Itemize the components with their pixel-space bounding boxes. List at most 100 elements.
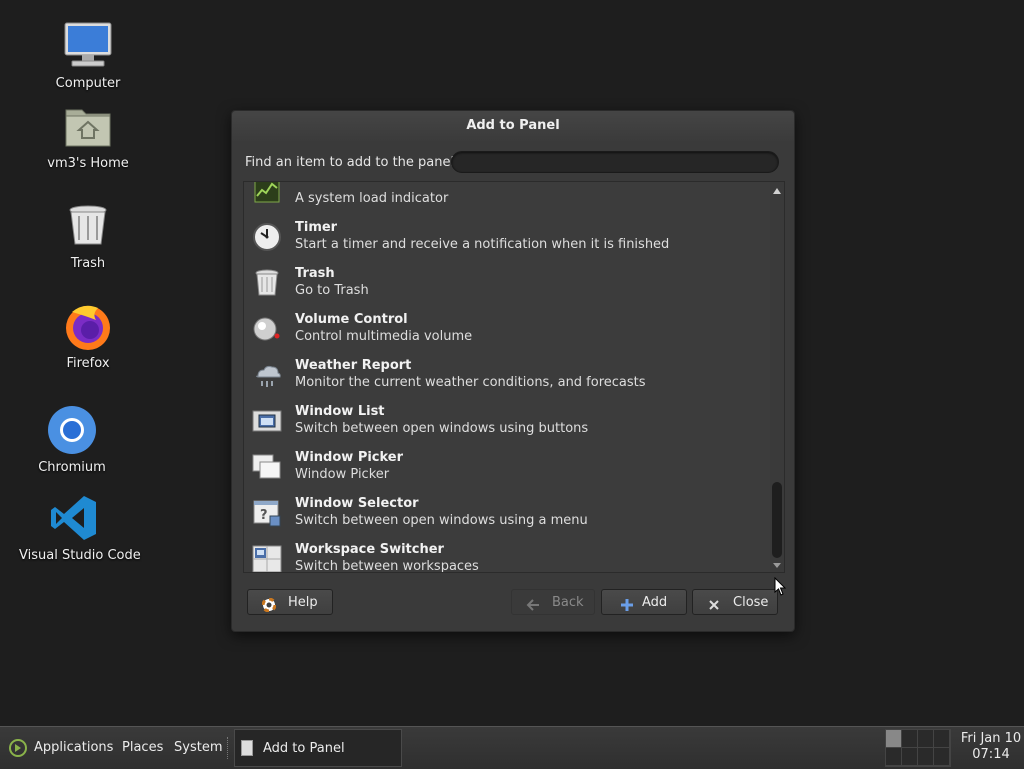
back-arrow-icon: [526, 596, 540, 611]
clock[interactable]: Fri Jan 10 07:14: [958, 731, 1024, 763]
chromium-icon: [46, 404, 98, 456]
menu-applications[interactable]: Applications: [34, 740, 113, 755]
scroll-up-arrow-icon[interactable]: [773, 188, 781, 194]
workspace-8[interactable]: [934, 748, 950, 766]
firefox-icon: [62, 300, 114, 352]
dialog-title[interactable]: Add to Panel: [232, 111, 794, 141]
volume-icon: [252, 314, 282, 344]
task-label: Add to Panel: [263, 741, 345, 756]
workspace-7[interactable]: [918, 748, 934, 766]
item-description: Control multimedia volume: [295, 329, 473, 344]
applet-list: A system load indicator Timer Start a ti…: [243, 181, 785, 573]
desktop-icon-label: Trash: [70, 256, 106, 271]
window-icon: [241, 740, 253, 756]
taskbar-task-add-to-panel[interactable]: Add to Panel: [234, 729, 402, 767]
desktop-icon-firefox[interactable]: Firefox: [33, 300, 143, 371]
trash-icon: [252, 268, 282, 298]
svg-text:?: ?: [260, 508, 268, 523]
weather-icon: [252, 360, 282, 390]
item-description: Switch between open windows using button…: [295, 421, 589, 436]
workspace-switcher[interactable]: [885, 729, 951, 767]
back-button[interactable]: Back: [511, 589, 595, 615]
window-picker-icon: [252, 452, 282, 482]
find-input[interactable]: [451, 151, 779, 173]
item-name: Window List: [295, 404, 385, 419]
desktop-icon-computer[interactable]: Computer: [33, 20, 143, 91]
clock-date: Fri Jan 10: [960, 731, 1022, 746]
bottom-panel: Applications Places System Add to Panel …: [0, 726, 1024, 769]
item-name: Trash: [295, 266, 335, 281]
mouse-cursor-icon: [774, 576, 788, 601]
list-item[interactable]: Volume Control Control multimedia volume: [244, 306, 768, 352]
desktop-icon-vscode[interactable]: Visual Studio Code: [19, 492, 141, 563]
desktop: Computer vm3's Home Trash Firefox Chromi…: [0, 0, 1024, 726]
panel-separator: [227, 737, 231, 759]
list-item[interactable]: Timer Start a timer and receive a notifi…: [244, 214, 768, 260]
item-description: Window Picker: [295, 467, 390, 482]
workspace-4[interactable]: [934, 730, 950, 748]
trash-icon: [62, 200, 114, 252]
workspace-2[interactable]: [902, 730, 918, 748]
item-name: Window Selector: [295, 496, 419, 511]
timer-icon: [252, 222, 282, 252]
list-item[interactable]: Window List Switch between open windows …: [244, 398, 768, 444]
list-item[interactable]: Weather Report Monitor the current weath…: [244, 352, 768, 398]
menu-places[interactable]: Places: [122, 740, 163, 755]
close-x-icon: [707, 596, 721, 610]
list-item[interactable]: Window Picker Window Picker: [244, 444, 768, 490]
scroll-down-arrow-icon[interactable]: [773, 563, 781, 568]
item-description: Start a timer and receive a notification…: [295, 237, 670, 252]
applications-logo-icon[interactable]: [8, 738, 28, 762]
item-description: Go to Trash: [295, 283, 369, 298]
menu-system[interactable]: System: [174, 740, 222, 755]
workspace-3[interactable]: [918, 730, 934, 748]
window-list-icon: [252, 406, 282, 436]
list-item[interactable]: A system load indicator: [244, 182, 768, 214]
desktop-icon-trash[interactable]: Trash: [33, 200, 143, 271]
desktop-icon-label: Firefox: [66, 356, 110, 371]
desktop-icon-label: Chromium: [38, 460, 106, 475]
find-row: Find an item to add to the panel:: [245, 151, 783, 175]
item-name: Volume Control: [295, 312, 408, 327]
item-description: Monitor the current weather conditions, …: [295, 375, 646, 390]
item-name: Workspace Switcher: [295, 542, 444, 557]
back-label: Back: [552, 595, 584, 610]
find-label: Find an item to add to the panel:: [245, 155, 459, 170]
scrollbar-thumb[interactable]: [772, 482, 782, 558]
workspace-1[interactable]: [886, 730, 902, 748]
desktop-icon-label: vm3's Home: [47, 156, 129, 171]
workspace-6[interactable]: [902, 748, 918, 766]
list-item[interactable]: Trash Go to Trash: [244, 260, 768, 306]
item-description: Switch between workspaces: [295, 559, 479, 573]
clock-time: 07:14: [972, 747, 1010, 762]
desktop-icon-label: Visual Studio Code: [19, 548, 141, 563]
add-plus-icon: [620, 596, 634, 611]
item-name: Timer: [295, 220, 338, 235]
home-folder-icon: [62, 100, 114, 152]
list-item[interactable]: Workspace Switcher Switch between worksp…: [244, 536, 768, 573]
help-label: Help: [288, 595, 318, 610]
help-lifebuoy-icon: [261, 596, 277, 613]
desktop-icon-label: Computer: [55, 76, 121, 91]
desktop-icon-chromium[interactable]: Chromium: [17, 404, 127, 475]
computer-icon: [62, 20, 114, 72]
add-button[interactable]: Add: [601, 589, 687, 615]
desktop-icon-home[interactable]: vm3's Home: [33, 100, 143, 171]
list-scrollbar[interactable]: [770, 182, 784, 572]
add-to-panel-dialog: Add to Panel Find an item to add to the …: [231, 110, 795, 632]
help-button[interactable]: Help: [247, 589, 333, 615]
workspace-switcher-icon: [252, 544, 282, 572]
item-description: Switch between open windows using a menu: [295, 513, 588, 528]
item-name: Weather Report: [295, 358, 412, 373]
add-label: Add: [642, 595, 668, 610]
item-name: Window Picker: [295, 450, 404, 465]
window-selector-icon: ?: [252, 498, 282, 528]
workspace-5[interactable]: [886, 748, 902, 766]
close-button[interactable]: Close: [692, 589, 778, 615]
close-label: Close: [733, 595, 769, 610]
system-monitor-icon: [252, 182, 282, 206]
applet-list-items: A system load indicator Timer Start a ti…: [244, 182, 768, 573]
vscode-icon: [48, 492, 100, 544]
item-description: A system load indicator: [295, 191, 449, 206]
list-item[interactable]: ? Window Selector Switch between open wi…: [244, 490, 768, 536]
